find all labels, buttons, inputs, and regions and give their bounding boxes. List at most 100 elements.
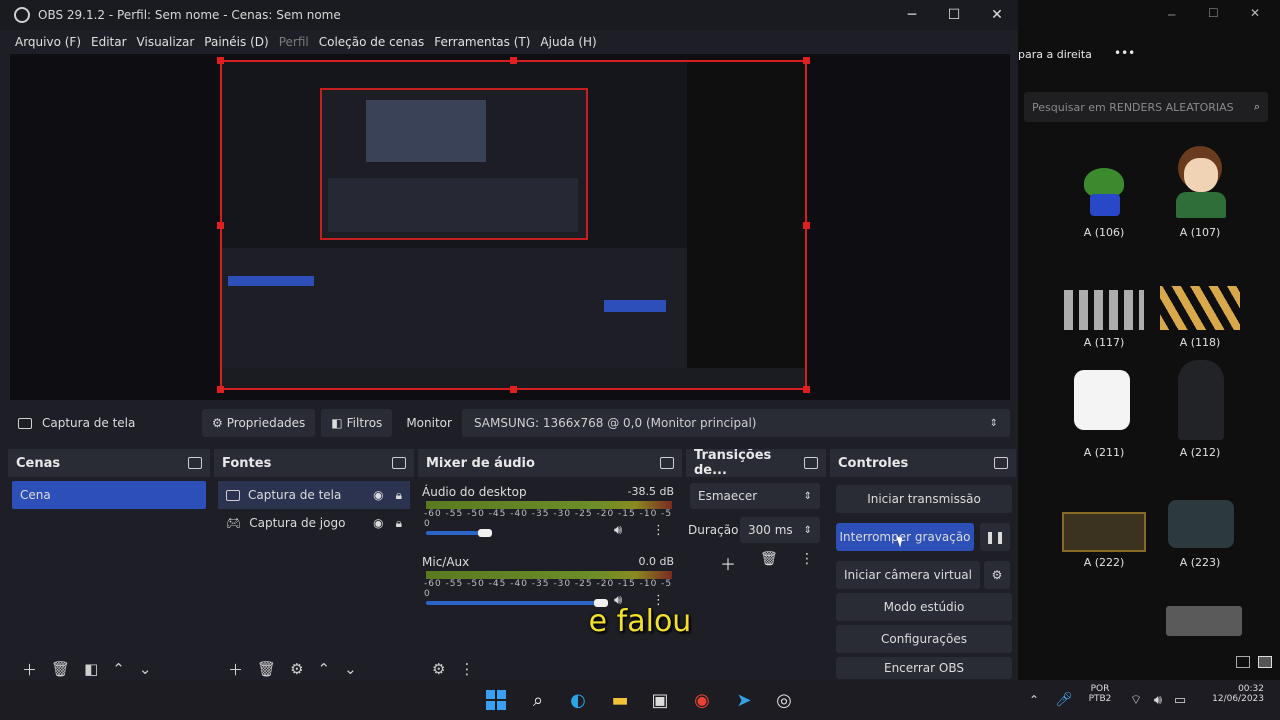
volume-slider-knob[interactable] (478, 529, 492, 537)
case-image[interactable] (1062, 512, 1146, 552)
resize-handle[interactable] (217, 57, 224, 64)
eye-icon[interactable]: ◉ (373, 516, 383, 531)
minimize-button[interactable]: ─ (1168, 8, 1175, 22)
controls-title: Controles (838, 455, 909, 471)
start-streaming-button[interactable]: Iniciar transmissão (836, 485, 1012, 513)
file-label: A (212) (1179, 446, 1221, 459)
chevron-up-icon[interactable]: ⌃ (1022, 688, 1046, 712)
more-vertical-icon[interactable]: ⋮ (459, 660, 474, 678)
folder-icon[interactable]: ▬ (608, 688, 632, 712)
maximize-button[interactable]: ☐ (1208, 6, 1219, 20)
grid-view-icon[interactable] (1236, 656, 1250, 668)
resize-handle[interactable] (803, 222, 810, 229)
menu-arquivo[interactable]: Arquivo (F) (15, 35, 81, 49)
up-icon[interactable]: ⌃ (318, 660, 331, 678)
studio-mode-button[interactable]: Modo estúdio (836, 593, 1012, 621)
add-icon[interactable]: ＋ (228, 659, 243, 680)
undock-icon[interactable] (994, 457, 1008, 469)
properties-button[interactable]: ⚙ Propriedades (202, 409, 316, 437)
microphone-icon[interactable]: 🎤︎ (1052, 688, 1076, 712)
filters-icon[interactable]: ◧ (84, 660, 98, 678)
bullets-image[interactable] (1064, 290, 1144, 330)
pepe-image[interactable] (1064, 150, 1144, 220)
filter-icon: ◧ (331, 416, 343, 430)
resize-handle[interactable] (510, 57, 517, 64)
virtual-camera-settings-button[interactable]: ⚙ (984, 561, 1010, 589)
lock-icon[interactable]: 🔒︎ (396, 488, 402, 503)
more-vertical-icon[interactable]: ⋮ (800, 551, 814, 567)
obs-icon[interactable]: ◎ (772, 688, 796, 712)
maximize-button[interactable]: ☐ (932, 0, 976, 30)
down-icon[interactable]: ⌄ (139, 660, 152, 678)
lock-icon[interactable]: 🔒︎ (396, 516, 402, 531)
close-button[interactable]: ✕ (975, 0, 1019, 30)
volume-slider[interactable] (426, 531, 485, 535)
pause-recording-button[interactable]: ❚❚ (980, 523, 1010, 551)
gear-icon[interactable]: ⚙ (290, 660, 303, 678)
eye-icon[interactable]: ◉ (373, 488, 383, 503)
wifi-icon[interactable]: ⌔ (1124, 688, 1148, 712)
stepper-icon[interactable]: ⇕ (804, 525, 812, 536)
source-item[interactable]: 🎮︎ Captura de jogo ◉ 🔒︎ (218, 509, 410, 537)
menu-visualizar[interactable]: Visualizar (137, 35, 195, 49)
pistol-image[interactable] (1166, 606, 1242, 636)
resize-handle[interactable] (803, 386, 810, 393)
monitor-select[interactable]: SAMSUNG: 1366x768 @ 0,0 (Monitor princip… (461, 409, 1010, 437)
undock-icon[interactable] (392, 457, 406, 469)
battery-icon[interactable]: ▭ (1168, 688, 1192, 712)
preview-source-frame[interactable] (220, 60, 807, 390)
start-virtual-camera-button[interactable]: Iniciar câmera virtual (836, 561, 980, 589)
menu-ajuda[interactable]: Ajuda (H) (540, 35, 596, 49)
trash-icon[interactable]: 🗑 (51, 660, 70, 678)
undock-icon[interactable] (804, 457, 818, 469)
resize-handle[interactable] (217, 386, 224, 393)
resize-handle[interactable] (217, 222, 224, 229)
gear-icon[interactable]: ⚙ (432, 660, 445, 678)
stop-recording-button[interactable]: Interromper gravação (836, 523, 974, 551)
speaker-icon[interactable]: 🔊︎ (614, 523, 622, 538)
up-icon[interactable]: ⌃ (112, 660, 125, 678)
menu-paineis[interactable]: Painéis (D) (204, 35, 268, 49)
undock-icon[interactable] (188, 457, 202, 469)
resize-handle[interactable] (803, 57, 810, 64)
chrome-icon[interactable]: ◉ (690, 688, 714, 712)
add-icon[interactable]: ＋ (22, 659, 37, 680)
menu-ferramentas[interactable]: Ferramentas (T) (434, 35, 530, 49)
filters-button[interactable]: ◧ Filtros (321, 409, 393, 437)
character-image[interactable] (1178, 360, 1224, 440)
rabbit-image[interactable] (1074, 370, 1130, 430)
brass-bullets-image[interactable] (1160, 286, 1240, 330)
volume-icon[interactable]: 🔊︎ (1146, 688, 1170, 712)
trash-icon[interactable]: 🗑 (257, 660, 276, 678)
minimize-button[interactable]: ─ (890, 0, 934, 30)
edge-icon[interactable]: ◐ (566, 688, 590, 712)
close-button[interactable]: ✕ (1250, 6, 1260, 20)
windows-start-icon[interactable] (484, 688, 508, 712)
duration-input[interactable]: 300 ms ⇕ (740, 517, 820, 543)
search-icon[interactable]: ⌕ (526, 688, 550, 712)
telegram-icon[interactable]: ➤ (732, 688, 756, 712)
breadcrumb[interactable]: para a direita (1018, 48, 1092, 61)
menu-editar[interactable]: Editar (91, 35, 127, 49)
resize-handle[interactable] (510, 386, 517, 393)
more-vertical-icon[interactable]: ⋮ (652, 523, 665, 538)
clock[interactable]: 00:32 12/06/2023 (1200, 684, 1264, 704)
settings-button[interactable]: Configurações (836, 625, 1012, 653)
search-input[interactable]: Pesquisar em RENDERS ALEATORIAS ⌕ (1024, 92, 1268, 122)
trash-icon[interactable]: 🗑 (760, 551, 778, 567)
exit-button[interactable]: Encerrar OBS (836, 657, 1012, 679)
knife-image[interactable] (1168, 500, 1234, 548)
language-indicator[interactable]: POR PTB2 (1086, 684, 1114, 704)
store-icon[interactable]: ▣ (648, 688, 672, 712)
down-icon[interactable]: ⌄ (344, 660, 357, 678)
undock-icon[interactable] (660, 457, 674, 469)
menu-colecao-cenas[interactable]: Coleção de cenas (319, 35, 425, 49)
list-view-icon[interactable] (1258, 656, 1272, 668)
transition-select[interactable]: Esmaecer ⇕ (690, 483, 820, 509)
updown-icon: ⇕ (989, 417, 998, 429)
source-item[interactable]: Captura de tela ◉ 🔒︎ (218, 481, 410, 509)
add-icon[interactable]: ＋ (720, 551, 736, 575)
cartoon-image[interactable] (1160, 140, 1240, 220)
more-options-icon[interactable]: ••• (1114, 46, 1135, 60)
scene-item[interactable]: Cena (12, 481, 206, 509)
